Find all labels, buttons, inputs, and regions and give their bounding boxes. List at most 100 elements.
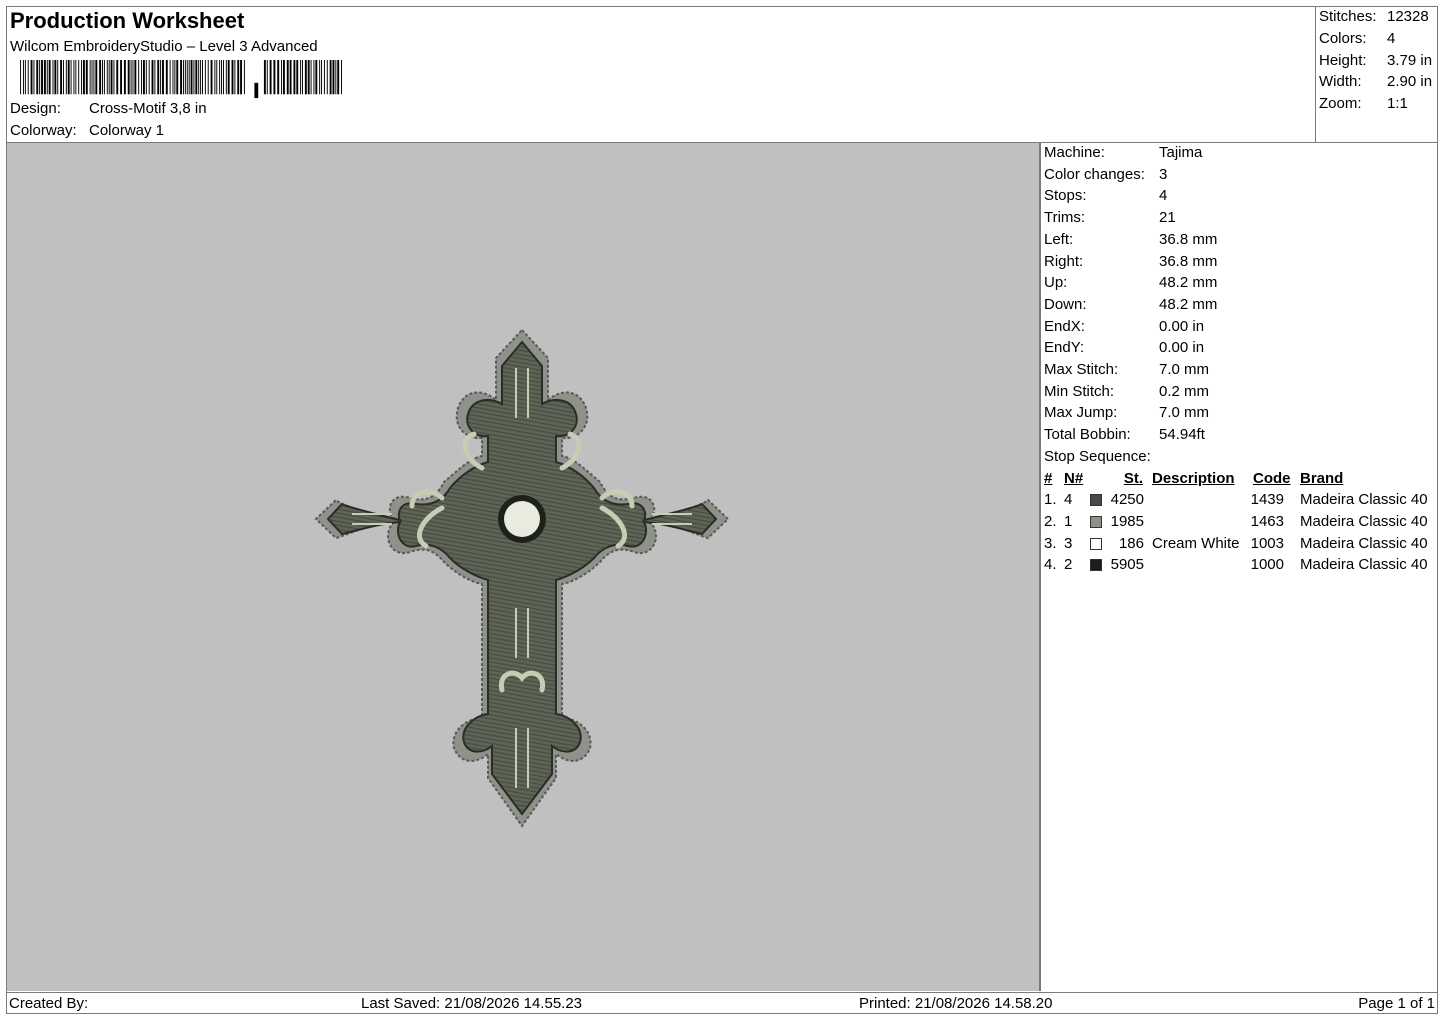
barcode-bar [81, 60, 83, 95]
barcode-bar [225, 60, 227, 95]
table-header-n: N# [1064, 469, 1084, 487]
design-value: Cross-Motif 3,8 in [89, 100, 207, 117]
machine-info-label: EndX: [1044, 317, 1085, 335]
machine-info-label: Down: [1044, 295, 1087, 313]
barcode-bar [57, 60, 59, 95]
barcode-bar [73, 60, 75, 95]
barcode-bar [22, 60, 24, 95]
machine-info-row: Machine: Tajima [1044, 144, 1202, 161]
machine-info-value: 0.00 in [1159, 317, 1205, 335]
design-label: Design: [10, 100, 61, 117]
machine-info-label: Trims: [1044, 209, 1086, 227]
barcode-bar [219, 60, 221, 95]
machine-info-value: 0.2 mm [1159, 382, 1210, 400]
page-title: Production Worksheet [10, 8, 245, 33]
barcode-bar [151, 60, 154, 95]
barcode-bar [254, 82, 259, 99]
machine-info-value: 36.8 mm [1159, 230, 1218, 248]
table-header-code: Code [1253, 469, 1291, 487]
barcode-bar [142, 60, 145, 95]
barcode-bar [99, 60, 102, 95]
barcode-bar [214, 60, 216, 95]
table-cell-n: 3 [1064, 534, 1073, 552]
barcode-bar [335, 60, 337, 95]
table-cell-brand: Madeira Classic 40 [1300, 491, 1428, 509]
table-cell-st: 4250 [1110, 491, 1144, 509]
design-preview [7, 143, 1041, 991]
barcode-bar [296, 60, 299, 95]
table-cell-idx: 2. [1044, 512, 1057, 530]
barcode-bar [116, 60, 119, 95]
barcode-bar [30, 60, 33, 95]
barcode-bar [67, 60, 70, 95]
barcode-bar [148, 60, 150, 95]
barcode-bar [172, 60, 174, 95]
barcode-bar [132, 60, 134, 95]
barcode-bar [240, 60, 243, 95]
barcode-bar [110, 60, 113, 95]
machine-info-label: Machine: [1044, 144, 1105, 161]
zoom-label: Zoom: [1319, 95, 1362, 112]
barcode-bar [200, 60, 202, 95]
barcode-bar [186, 60, 188, 95]
barcode-bar [108, 60, 110, 95]
table-cell-idx: 4. [1044, 556, 1057, 574]
barcode-bar [184, 60, 186, 95]
machine-info-value: 0.00 in [1159, 339, 1205, 357]
barcode-bar [302, 60, 303, 95]
barcode-bar [134, 60, 137, 95]
barcode-image [20, 60, 343, 99]
barcode-bar [27, 60, 29, 95]
machine-info-label: Max Jump: [1044, 404, 1118, 422]
machine-info-row: Total Bobbin: 54.94ft [1044, 426, 1205, 443]
height-value: 3.79 in [1387, 52, 1433, 69]
barcode-bar [193, 60, 195, 95]
barcode-bar [138, 60, 140, 95]
table-header-brand: Brand [1300, 469, 1344, 487]
machine-info-value: 36.8 mm [1159, 252, 1218, 270]
barcode-bar [195, 60, 198, 95]
barcode-bar [231, 60, 234, 95]
machine-info-value: 48.2 mm [1159, 295, 1218, 313]
barcode-bar [180, 60, 183, 95]
machine-info-value: 3 [1159, 165, 1168, 183]
barcode-bar [182, 60, 184, 95]
machine-info-value: 54.94ft [1159, 426, 1205, 444]
barcode-bar [120, 60, 123, 95]
machine-info-row: Left: 36.8 mm [1044, 231, 1217, 248]
machine-info-value: Tajima [1159, 144, 1203, 161]
barcode-bar [300, 60, 302, 95]
width-value: 2.90 in [1387, 73, 1433, 90]
color-swatch [1090, 515, 1102, 528]
cross-design-image [314, 328, 730, 828]
machine-info-row: EndY: 0.00 in [1044, 339, 1204, 356]
barcode-bar [332, 60, 335, 95]
barcode-bar [89, 60, 91, 95]
barcode-bar [65, 60, 67, 95]
machine-info-value: 4 [1159, 187, 1168, 205]
barcode-bar [329, 60, 332, 95]
machine-info-value: 48.2 mm [1159, 274, 1218, 292]
table-cell-idx: 3. [1044, 534, 1057, 552]
barcode-bar [227, 60, 230, 95]
barcode-bar [190, 60, 193, 95]
table-cell-code: 1000 [1250, 556, 1284, 574]
machine-info-row: Max Jump: 7.0 mm [1044, 404, 1209, 422]
height-label: Height: [1319, 52, 1367, 69]
barcode-bar [176, 60, 179, 95]
printed-text: Printed: 21/08/2026 14.58.20 [859, 995, 1053, 1012]
machine-info-label: Color changes: [1044, 165, 1145, 183]
machine-info-row: Right: 36.8 mm [1044, 253, 1217, 270]
table-cell-st: 1985 [1110, 512, 1144, 530]
barcode-bar [145, 60, 147, 95]
barcode-bar [103, 60, 105, 95]
barcode-bar [123, 60, 126, 95]
barcode-bar [160, 60, 162, 95]
barcode-bar [82, 60, 85, 95]
worksheet-footer: Created By: Last Saved: 21/08/2026 14.55… [6, 992, 1438, 1014]
barcode-bar [304, 60, 307, 95]
barcode-bar [75, 60, 77, 95]
color-swatch [1090, 537, 1102, 550]
table-cell-st: 5905 [1110, 556, 1144, 574]
barcode-bar [43, 60, 46, 95]
